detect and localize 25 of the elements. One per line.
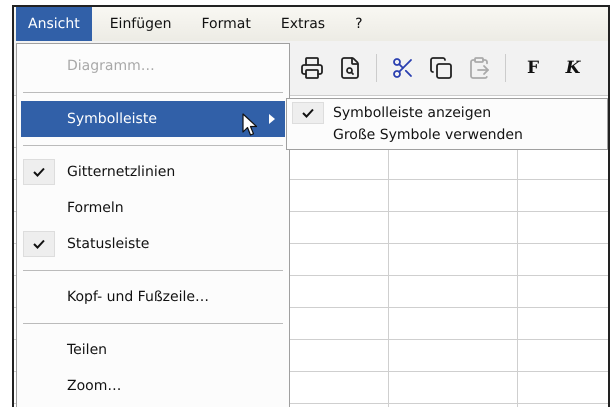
menu-item[interactable]: Gitternetzlinien: [21, 154, 285, 190]
document-magnifier-icon[interactable]: [338, 56, 362, 80]
menu-item[interactable]: Zoom…: [21, 368, 285, 404]
bold-button[interactable]: F: [520, 55, 546, 81]
menu-item[interactable]: Symbolleiste anzeigen: [290, 102, 604, 124]
menu-title[interactable]: Format: [190, 7, 263, 41]
printer-icon[interactable]: [300, 56, 324, 80]
checkmark-icon: [33, 239, 45, 249]
scissors-icon[interactable]: [391, 56, 415, 80]
menu-title[interactable]: Extras: [268, 7, 338, 41]
menu-item[interactable]: Große Symbole verwenden: [290, 124, 604, 146]
menu-item[interactable]: Formeln: [21, 190, 285, 226]
menu-title[interactable]: ?: [343, 7, 375, 41]
menu-item[interactable]: Statusleiste: [21, 226, 285, 262]
menu-item[interactable]: Kopf- und Fußzeile…: [21, 279, 285, 315]
mouse-pointer-icon: [242, 113, 258, 137]
italic-button[interactable]: K: [560, 55, 586, 81]
submenu-arrow-icon: [269, 114, 275, 124]
copy-icon[interactable]: [429, 56, 453, 80]
menu-title[interactable]: Ansicht: [16, 7, 92, 41]
checkmark-icon: [302, 108, 314, 118]
menu-title[interactable]: Einfügen: [98, 7, 184, 41]
checkmark-icon: [33, 167, 45, 177]
menu-item[interactable]: Symbolleiste: [21, 101, 285, 137]
menu-item[interactable]: Teilen: [21, 332, 285, 368]
